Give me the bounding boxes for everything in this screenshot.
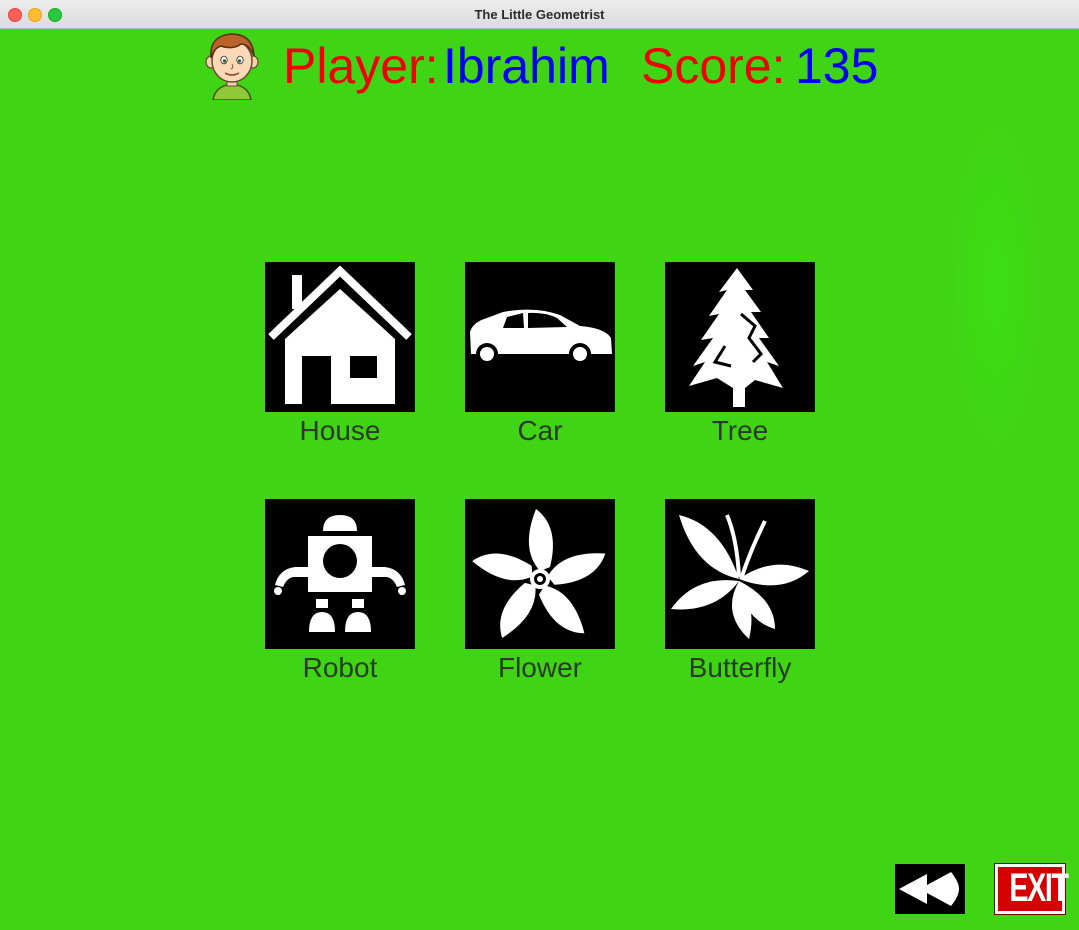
app-window: The Little Geometrist Player: Ibrahim Sc… bbox=[0, 0, 1079, 930]
shape-label-tree: Tree bbox=[711, 415, 769, 446]
shape-label-flower: Flower bbox=[497, 652, 582, 683]
title-bar: The Little Geometrist bbox=[0, 0, 1079, 29]
shape-tile-butterfly[interactable] bbox=[665, 499, 815, 649]
player-label: Player: bbox=[283, 38, 439, 94]
robot-icon bbox=[274, 515, 406, 632]
score-value: 135 bbox=[795, 38, 879, 94]
shape-tile-car[interactable] bbox=[465, 262, 615, 412]
player-name: Ibrahim bbox=[443, 38, 610, 94]
score-label: Score: bbox=[641, 38, 786, 94]
shape-label-car: Car bbox=[517, 415, 563, 446]
back-button[interactable] bbox=[895, 864, 965, 914]
tree-icon bbox=[689, 268, 783, 407]
window-title: The Little Geometrist bbox=[474, 7, 605, 22]
rewind-icon bbox=[899, 872, 959, 906]
shape-tile-flower[interactable] bbox=[465, 499, 615, 649]
house-icon bbox=[268, 265, 412, 404]
shape-label-butterfly: Butterfly bbox=[688, 652, 792, 683]
exit-label: EXIT bbox=[1009, 866, 1069, 910]
shape-label-house: House bbox=[299, 415, 381, 446]
boy-avatar-icon bbox=[203, 30, 261, 101]
shape-tile-tree[interactable] bbox=[665, 262, 815, 412]
butterfly-icon bbox=[671, 514, 809, 639]
shape-tile-house[interactable] bbox=[265, 262, 415, 412]
car-icon bbox=[470, 309, 612, 365]
background-glow bbox=[950, 120, 1040, 450]
exit-button[interactable]: EXIT bbox=[994, 863, 1069, 915]
shape-label-robot: Robot bbox=[302, 652, 378, 683]
shape-tile-robot[interactable] bbox=[265, 499, 415, 649]
flower-icon bbox=[472, 509, 606, 638]
